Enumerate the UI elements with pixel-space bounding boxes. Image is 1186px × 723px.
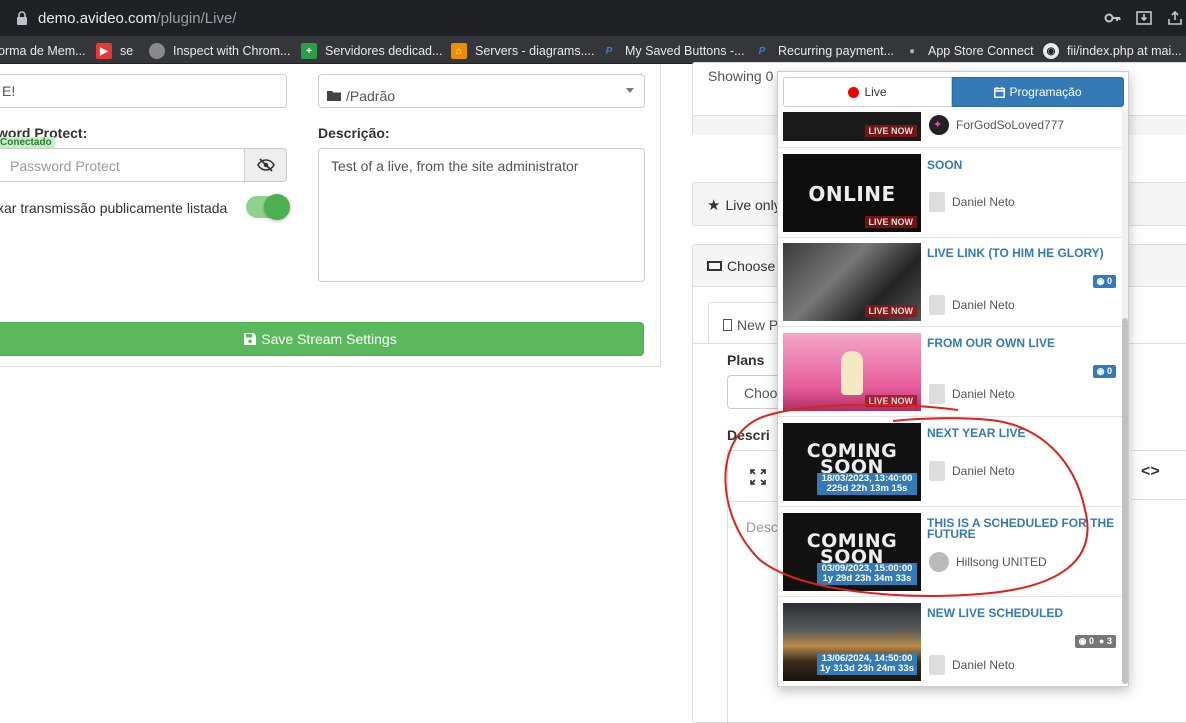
red-annotation-circle: [724, 403, 1089, 597]
